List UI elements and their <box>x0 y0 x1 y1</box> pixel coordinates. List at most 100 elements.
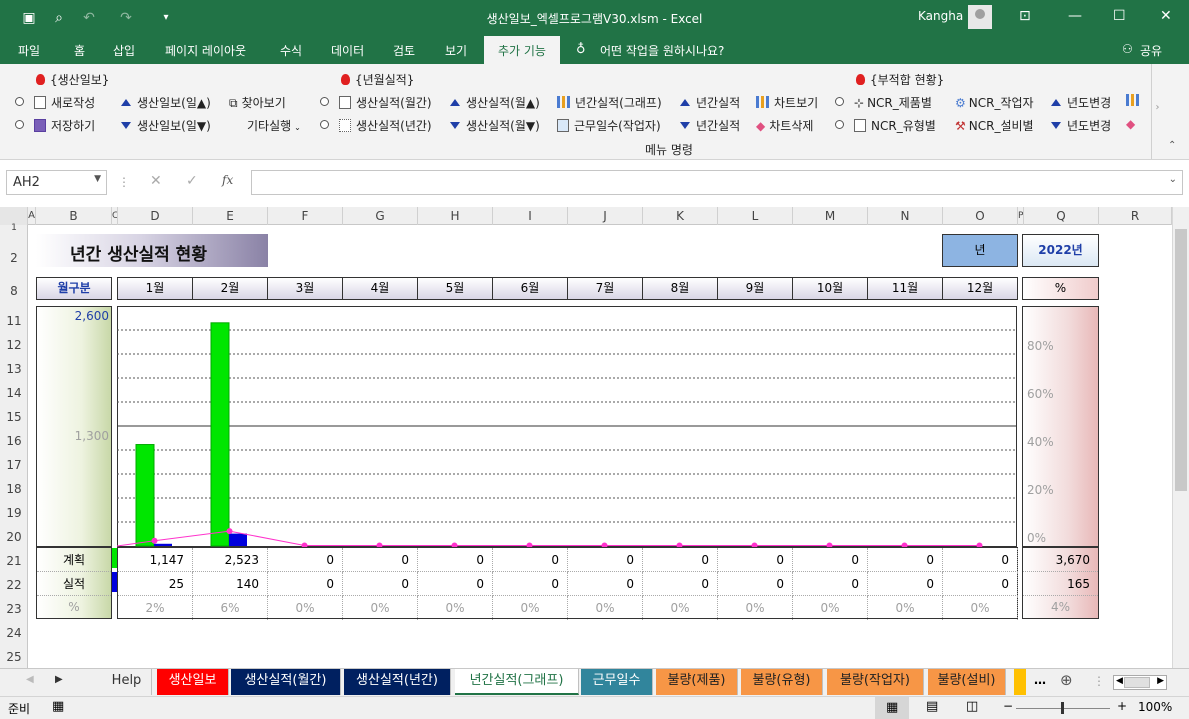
pct-header-cell[interactable]: % <box>1022 277 1099 300</box>
insert-function-icon[interactable]: fx <box>222 173 233 187</box>
collapse-ribbon-icon[interactable]: ⌃ <box>1168 140 1176 151</box>
close-icon[interactable]: ✕ <box>1160 8 1172 24</box>
row-15[interactable]: 15 <box>0 410 28 424</box>
actual-cell[interactable]: 0 <box>643 572 718 596</box>
user-name[interactable]: Kangha <box>918 9 963 23</box>
tab-formulas[interactable]: 수식 <box>280 42 302 59</box>
plan-cell[interactable]: 1,147 <box>118 548 193 572</box>
pct-cell[interactable]: 6% <box>193 596 268 620</box>
month-header-8[interactable]: 8월 <box>643 277 718 300</box>
col-K[interactable]: K <box>643 207 718 225</box>
row-20[interactable]: 20 <box>0 530 28 544</box>
daily-up-button[interactable]: 생산일보(일▲) <box>121 94 211 111</box>
col-R[interactable]: R <box>1099 207 1172 225</box>
sheet-tab-cut[interactable] <box>1014 669 1026 695</box>
row-8[interactable]: 8 <box>0 284 28 298</box>
tab-view[interactable]: 보기 <box>445 42 467 59</box>
vertical-scrollbar[interactable] <box>1172 207 1189 668</box>
col-F[interactable]: F <box>268 207 343 225</box>
plan-cell[interactable]: 0 <box>493 548 568 572</box>
radio-ncr-product[interactable] <box>835 97 844 106</box>
col-B[interactable]: B <box>36 207 112 225</box>
yearly-button[interactable]: 생산실적(년간) <box>339 117 432 134</box>
chevron-down-icon[interactable]: ▼ <box>94 174 101 184</box>
year-change-up-button[interactable]: 년도변경 <box>1051 94 1111 111</box>
plan-cell[interactable]: 0 <box>418 548 493 572</box>
row-23[interactable]: 23 <box>0 602 28 616</box>
page-layout-icon[interactable]: ▤ <box>926 699 938 714</box>
zoom-in-icon[interactable]: + <box>1117 699 1127 713</box>
annual-graph-button[interactable]: 년간실적(그래프) <box>557 94 662 111</box>
radio-monthly[interactable] <box>320 97 329 106</box>
row-18[interactable]: 18 <box>0 482 28 496</box>
col-N[interactable]: N <box>868 207 943 225</box>
scroll-thumb[interactable] <box>1175 229 1187 491</box>
tab-review[interactable]: 검토 <box>393 42 415 59</box>
ribbon-scroll-right[interactable]: › <box>1151 64 1163 159</box>
plan-cell[interactable]: 0 <box>568 548 643 572</box>
maximize-icon[interactable]: ☐ <box>1113 8 1126 24</box>
zoom-level[interactable]: 100% <box>1138 700 1172 714</box>
actual-cell[interactable]: 0 <box>718 572 793 596</box>
find-button[interactable]: ⧉ 찾아보기 <box>229 94 286 111</box>
monthly-button[interactable]: 생산실적(월간) <box>339 94 432 111</box>
col-G[interactable]: G <box>343 207 418 225</box>
pct-cell[interactable]: 0% <box>943 596 1018 620</box>
month-down-button[interactable]: 생산실적(월▼) <box>450 117 540 134</box>
actual-cell[interactable]: 0 <box>868 572 943 596</box>
pct-cell[interactable]: 0% <box>868 596 943 620</box>
eraser-icon-cut[interactable]: ◆ <box>1126 117 1135 131</box>
chart-icon-cut[interactable] <box>1126 94 1144 108</box>
year-label-cell[interactable]: 년 <box>942 234 1018 267</box>
month-header-7[interactable]: 7월 <box>568 277 643 300</box>
plan-cell[interactable]: 0 <box>268 548 343 572</box>
month-header-cell[interactable]: 월구분 <box>36 277 112 300</box>
actual-cell[interactable]: 0 <box>793 572 868 596</box>
pct-cell[interactable]: 0% <box>493 596 568 620</box>
row-24[interactable]: 24 <box>0 626 28 640</box>
sheet-tab[interactable]: 년간실적(그래프) <box>455 669 579 695</box>
tab-file[interactable]: 파일 <box>18 42 40 59</box>
expand-formula-icon[interactable]: ⌄ <box>1169 174 1177 185</box>
horizontal-scrollbar[interactable]: ◀ ▶ <box>1113 675 1167 690</box>
col-I[interactable]: I <box>493 207 568 225</box>
sheet-tab[interactable]: 근무일수 <box>581 669 653 695</box>
col-Q[interactable]: Q <box>1024 207 1099 225</box>
ribbon-display-icon[interactable]: ⊡ <box>1019 8 1031 24</box>
pct-cell[interactable]: 0% <box>643 596 718 620</box>
tab-add-ins[interactable]: 추가 기능 <box>484 36 560 64</box>
month-up-button[interactable]: 생산실적(월▲) <box>450 94 540 111</box>
row-13[interactable]: 13 <box>0 362 28 376</box>
plan-cell[interactable]: 0 <box>868 548 943 572</box>
minimize-icon[interactable]: — <box>1068 8 1082 24</box>
avatar[interactable] <box>968 5 992 29</box>
zoom-slider-thumb[interactable] <box>1061 702 1064 714</box>
month-header-2[interactable]: 2월 <box>193 277 268 300</box>
col-A[interactable]: A <box>28 207 36 225</box>
col-J[interactable]: J <box>568 207 643 225</box>
sheet-tab[interactable]: 생산일보 <box>157 669 229 695</box>
radio-yearly[interactable] <box>320 120 329 129</box>
pct-cell[interactable]: 0% <box>268 596 343 620</box>
plan-cell[interactable]: 0 <box>343 548 418 572</box>
radio-save[interactable] <box>15 120 24 129</box>
daily-down-button[interactable]: 생산일보(일▼) <box>121 117 211 134</box>
actual-cell[interactable]: 0 <box>943 572 1018 596</box>
actual-cell[interactable]: 0 <box>418 572 493 596</box>
add-sheet-icon[interactable]: ⊕ <box>1060 671 1073 689</box>
row-2[interactable]: 2 <box>0 251 28 265</box>
chart-delete-button[interactable]: ◆ 차트삭제 <box>756 117 813 134</box>
annual-down-button[interactable]: 년간실적 <box>680 117 740 134</box>
tab-page-layout[interactable]: 페이지 레이아웃 <box>165 42 246 59</box>
cancel-icon[interactable]: ✕ <box>150 173 162 189</box>
year-value-cell[interactable]: 2022년 <box>1022 234 1099 267</box>
sheet-tab[interactable]: Help <box>102 669 152 695</box>
month-header-12[interactable]: 12월 <box>943 277 1018 300</box>
ncr-worker-button[interactable]: ⚙ NCR_작업자 <box>955 94 1034 111</box>
row-16[interactable]: 16 <box>0 434 28 448</box>
total-pct[interactable]: 4% <box>1023 596 1098 619</box>
actual-cell[interactable]: 0 <box>568 572 643 596</box>
col-O[interactable]: O <box>943 207 1018 225</box>
actual-cell[interactable]: 0 <box>268 572 343 596</box>
row-21[interactable]: 21 <box>0 554 28 568</box>
